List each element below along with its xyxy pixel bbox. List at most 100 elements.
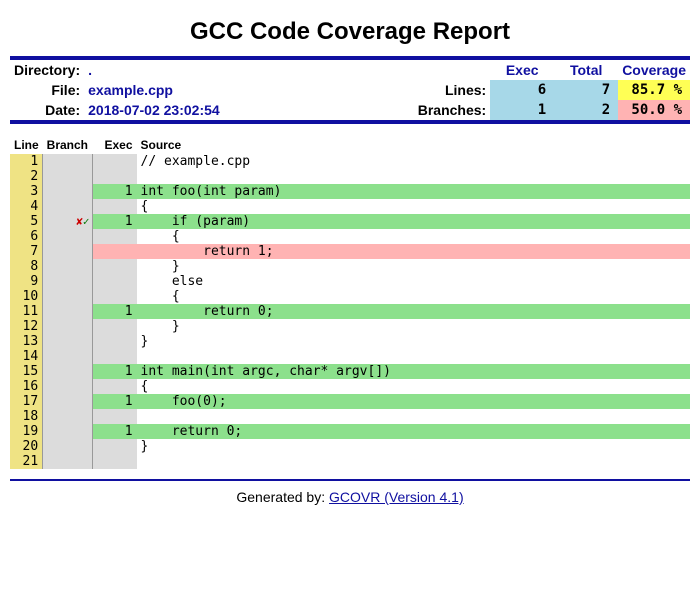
exec-header: Exec	[490, 60, 554, 80]
exec-count: 1	[92, 214, 137, 229]
branch-cell	[43, 199, 92, 214]
source-line: {	[137, 199, 690, 214]
file-value[interactable]: example.cpp	[84, 80, 224, 100]
exec-count	[92, 379, 137, 394]
branch-cell: ✘✓	[43, 214, 92, 229]
line-number: 19	[10, 424, 43, 439]
exec-count	[92, 259, 137, 274]
source-line: }	[137, 439, 690, 454]
source-line: }	[137, 259, 690, 274]
line-number: 7	[10, 244, 43, 259]
total-header: Total	[554, 60, 618, 80]
line-number: 3	[10, 184, 43, 199]
branches-total: 2	[554, 100, 618, 120]
coverage-table: Line Branch Exec Source 1// example.cpp2…	[10, 136, 690, 469]
table-row: 14	[10, 349, 690, 364]
exec-count	[92, 409, 137, 424]
col-line: Line	[10, 136, 43, 154]
exec-count: 1	[92, 394, 137, 409]
source-line: return 0;	[137, 424, 690, 439]
table-row: 21	[10, 454, 690, 469]
source-line	[137, 169, 690, 184]
line-number: 9	[10, 274, 43, 289]
branch-cell	[43, 184, 92, 199]
table-row: 2	[10, 169, 690, 184]
table-row: 111 return 0;	[10, 304, 690, 319]
lines-coverage: 85.7 %	[618, 80, 690, 100]
table-row: 8 }	[10, 259, 690, 274]
directory-value[interactable]: .	[84, 60, 224, 80]
source-line: {	[137, 229, 690, 244]
table-row: 6 {	[10, 229, 690, 244]
source-line: else	[137, 274, 690, 289]
branch-hit-icon: ✓	[83, 215, 90, 228]
lines-label: Lines:	[224, 80, 491, 100]
line-number: 21	[10, 454, 43, 469]
exec-count	[92, 244, 137, 259]
branch-cell	[43, 439, 92, 454]
line-number: 14	[10, 349, 43, 364]
divider	[10, 120, 690, 124]
exec-count: 1	[92, 304, 137, 319]
exec-count	[92, 454, 137, 469]
branch-cell	[43, 229, 92, 244]
exec-count	[92, 349, 137, 364]
line-number: 11	[10, 304, 43, 319]
branch-cell	[43, 349, 92, 364]
source-line: return 0;	[137, 304, 690, 319]
source-line: }	[137, 334, 690, 349]
divider	[10, 479, 690, 481]
lines-exec: 6	[490, 80, 554, 100]
source-line: foo(0);	[137, 394, 690, 409]
table-row: 4{	[10, 199, 690, 214]
branch-cell	[43, 334, 92, 349]
exec-count: 1	[92, 184, 137, 199]
exec-count: 1	[92, 424, 137, 439]
lines-total: 7	[554, 80, 618, 100]
source-line: }	[137, 319, 690, 334]
line-number: 8	[10, 259, 43, 274]
table-row: 19 1 return 0;	[10, 424, 690, 439]
branch-cell	[43, 394, 92, 409]
branch-cell	[43, 244, 92, 259]
branch-cell	[43, 379, 92, 394]
exec-count: 1	[92, 364, 137, 379]
table-row: 1// example.cpp	[10, 154, 690, 169]
branch-cell	[43, 409, 92, 424]
branch-cell	[43, 154, 92, 169]
directory-label: Directory:	[10, 60, 84, 80]
table-row: 20}	[10, 439, 690, 454]
source-line: if (param)	[137, 214, 690, 229]
table-row: 31int foo(int param)	[10, 184, 690, 199]
line-number: 17	[10, 394, 43, 409]
line-number: 2	[10, 169, 43, 184]
file-label: File:	[10, 80, 84, 100]
table-row: 9 else	[10, 274, 690, 289]
date-value: 2018-07-02 23:02:54	[84, 100, 224, 120]
branch-cell	[43, 454, 92, 469]
line-number: 12	[10, 319, 43, 334]
source-line: {	[137, 289, 690, 304]
col-branch: Branch	[43, 136, 92, 154]
line-number: 10	[10, 289, 43, 304]
branch-cell	[43, 364, 92, 379]
table-row: 5✘✓1 if (param)	[10, 214, 690, 229]
line-number: 6	[10, 229, 43, 244]
table-row: 151int main(int argc, char* argv[])	[10, 364, 690, 379]
exec-count	[92, 274, 137, 289]
line-number: 4	[10, 199, 43, 214]
exec-count	[92, 199, 137, 214]
coverage-header: Coverage	[618, 60, 690, 80]
exec-count	[92, 334, 137, 349]
source-line: {	[137, 379, 690, 394]
branches-label: Branches:	[224, 100, 491, 120]
branch-cell	[43, 274, 92, 289]
table-row: 12 }	[10, 319, 690, 334]
table-row: 13}	[10, 334, 690, 349]
table-row: 17 1 foo(0);	[10, 394, 690, 409]
gcovr-link[interactable]: GCOVR (Version 4.1)	[329, 489, 464, 505]
page-title: GCC Code Coverage Report	[10, 18, 690, 46]
exec-count	[92, 169, 137, 184]
col-source: Source	[137, 136, 690, 154]
branches-exec: 1	[490, 100, 554, 120]
